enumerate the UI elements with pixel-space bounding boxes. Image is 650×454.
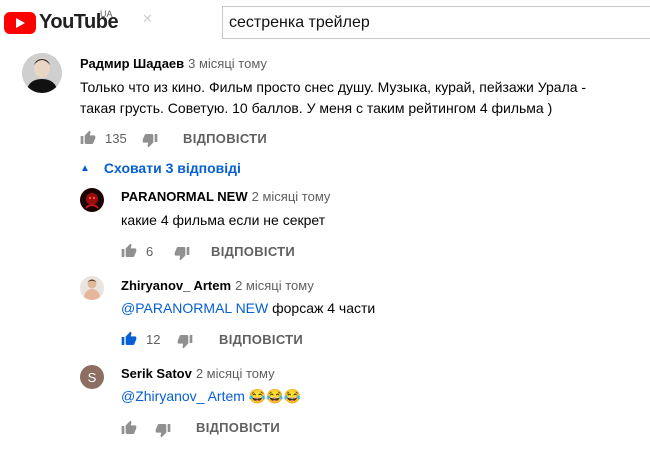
avatar[interactable] [80,276,104,300]
reply-button[interactable]: ВІДПОВІСТИ [183,131,267,146]
user-photo-icon [80,276,104,300]
emoji-text: 😂😂😂 [248,388,302,404]
comment-time[interactable]: 3 місяці тому [188,56,267,71]
mention-link[interactable]: @PARANORMAL NEW [121,300,268,316]
reply-button[interactable]: ВІДПОВІСТИ [211,244,295,259]
author-name[interactable]: Радмир Шадаев [80,56,184,71]
reply-time[interactable]: 2 місяці тому [235,278,314,293]
reply-button[interactable]: ВІДПОВІСТИ [219,332,303,347]
thumbs-down-icon [155,422,171,438]
dislike-button[interactable] [177,333,193,349]
thumbs-down-icon [174,245,190,261]
youtube-logo[interactable]: YouTube UA [4,9,119,34]
mention-link[interactable]: @Zhiryanov_ Artem [121,388,245,404]
masthead: YouTube UA ✕ сестренка трейлер [0,0,650,48]
chevron-up-icon: ▲ [80,162,90,174]
reply-body: форсаж 4 части [272,300,376,316]
paranormal-avatar-icon [80,188,104,212]
thumbs-down-icon [142,132,158,148]
reply-author[interactable]: Serik Satov 2 місяці тому [121,366,275,381]
thumbs-up-icon [80,130,96,146]
author-name[interactable]: PARANORMAL NEW [121,189,248,204]
partial-icon: ✕ [142,11,153,26]
like-button[interactable]: 6 [121,243,153,259]
like-count: 6 [146,243,154,259]
comment-text: Только что из кино. Фильм просто снес ду… [80,77,586,119]
comment-text-line: такая грусть. Советую. 10 баллов. У меня… [80,100,553,116]
user-photo-icon [22,53,62,93]
dislike-button[interactable] [174,245,190,261]
thumbs-down-icon [177,333,193,349]
comment-author[interactable]: Радмир Шадаев 3 місяці тому [80,56,267,71]
reply-time[interactable]: 2 місяці тому [252,189,331,204]
hide-replies-toggle[interactable]: ▲ Сховати 3 відповіді [80,160,241,176]
avatar-letter: S [87,369,97,385]
dislike-button[interactable] [155,422,171,438]
reply-time[interactable]: 2 місяці тому [196,366,275,381]
thumbs-up-icon [121,243,137,259]
reply-author[interactable]: Zhiryanov_ Artem 2 місяці тому [121,278,314,293]
play-logo-icon [4,11,36,34]
search-input[interactable]: сестренка трейлер [222,6,650,39]
reply-button[interactable]: ВІДПОВІСТИ [196,420,280,435]
avatar[interactable] [80,188,104,212]
thumbs-up-icon [121,420,137,436]
thumbs-up-icon [121,331,137,347]
dislike-button[interactable] [142,132,158,148]
comment-text-line: Только что из кино. Фильм просто снес ду… [80,79,587,95]
like-button[interactable]: 12 [121,331,160,347]
avatar[interactable] [22,53,62,93]
like-count: 135 [105,130,127,146]
like-button[interactable]: 135 [80,130,127,146]
author-name[interactable]: Zhiryanov_ Artem [121,278,231,293]
author-name[interactable]: Serik Satov [121,366,192,381]
reply-text: какие 4 фильма если не секрет [121,212,326,228]
like-button[interactable] [121,420,137,436]
country-code: UA [100,9,113,19]
reply-text: @PARANORMAL NEW форсаж 4 части [121,298,375,319]
reply-author[interactable]: PARANORMAL NEW 2 місяці тому [121,189,330,204]
reply-text: @Zhiryanov_ Artem 😂😂😂 [121,386,301,407]
hide-replies-label: Сховати 3 відповіді [103,160,241,176]
like-count: 12 [146,331,161,347]
avatar[interactable]: S [80,365,104,389]
